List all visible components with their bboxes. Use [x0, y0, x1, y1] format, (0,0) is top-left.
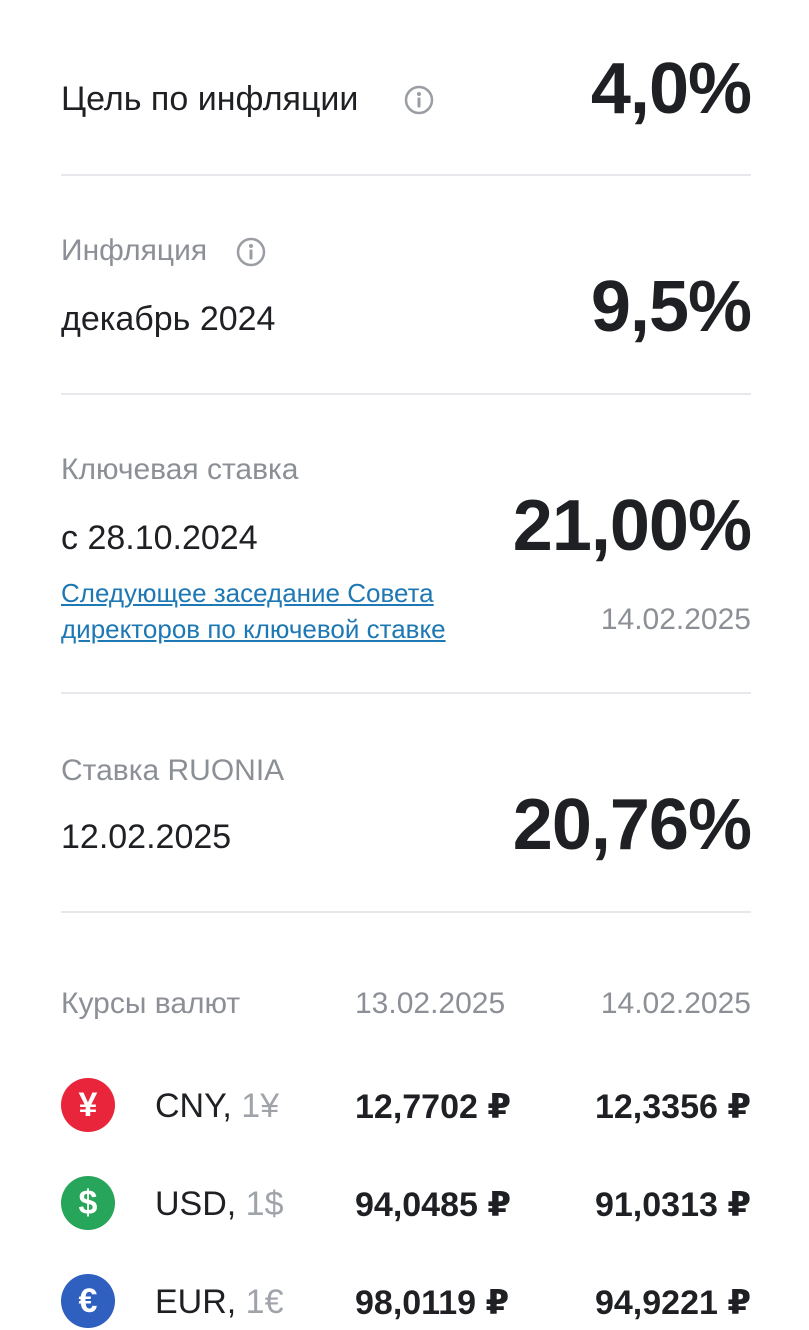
ruonia-section: Ставка RUONIA 12.02.2025 20,76% [61, 694, 752, 912]
rate-cny-date2: 12,3356 ₽ [594, 1088, 751, 1126]
rate-eur-date1: 98,0119 ₽ [355, 1284, 510, 1322]
yuan-icon: ¥ [61, 1078, 115, 1132]
ruonia-value: 20,76% [512, 785, 752, 865]
rate-usd-date1: 94,0485 ₽ [355, 1186, 512, 1224]
dollar-icon: $ [61, 1176, 115, 1230]
inflation-period: декабрь 2024 [61, 300, 276, 338]
currency-code-eur: EUR, 1€ [155, 1283, 284, 1321]
next-meeting-date: 14.02.2025 [600, 603, 751, 636]
inflation-target-label: Цель по инфляции [61, 80, 359, 118]
rate-usd-date2: 91,0313 ₽ [594, 1186, 751, 1224]
rate-cny-date1: 12,7702 ₽ [355, 1088, 512, 1126]
key-rate-since: с 28.10.2024 [61, 519, 258, 557]
key-rate-section: Ключевая ставка с 28.10.2024 21,00% След… [61, 395, 752, 693]
rates-date-2: 14.02.2025 [600, 987, 751, 1020]
inflation-label: Инфляция [61, 234, 208, 267]
next-meeting-link[interactable]: Следующее заседание Совета директоров по… [61, 575, 446, 647]
rate-eur-date2: 94,9221 ₽ [594, 1284, 751, 1322]
ruonia-label: Ставка RUONIA [61, 754, 285, 787]
euro-icon: € [61, 1274, 115, 1328]
next-meeting-link-line1: Следующее заседание Совета [61, 578, 434, 608]
key-rate-label: Ключевая ставка [61, 453, 299, 486]
info-icon[interactable] [236, 237, 266, 267]
next-meeting-link-line2: директоров по ключевой ставке [61, 614, 446, 644]
key-rate-value: 21,00% [512, 486, 752, 566]
currency-code-cny: CNY, 1¥ [155, 1087, 280, 1125]
currency-code-usd: USD, 1$ [155, 1185, 284, 1223]
inflation-target-section: Цель по инфляции 4,0% [61, 0, 752, 175]
inflation-section: Инфляция декабрь 2024 9,5% [61, 176, 752, 394]
info-icon[interactable] [404, 85, 434, 115]
currency-rates-title: Курсы валют [61, 987, 241, 1020]
rates-date-1: 13.02.2025 [355, 987, 506, 1020]
inflation-target-value: 4,0% [590, 49, 752, 129]
ruonia-date: 12.02.2025 [61, 818, 232, 856]
currency-rates-section: Курсы валют 13.02.2025 14.02.2025 ¥ CNY,… [61, 913, 751, 1330]
inflation-value: 9,5% [590, 267, 752, 347]
